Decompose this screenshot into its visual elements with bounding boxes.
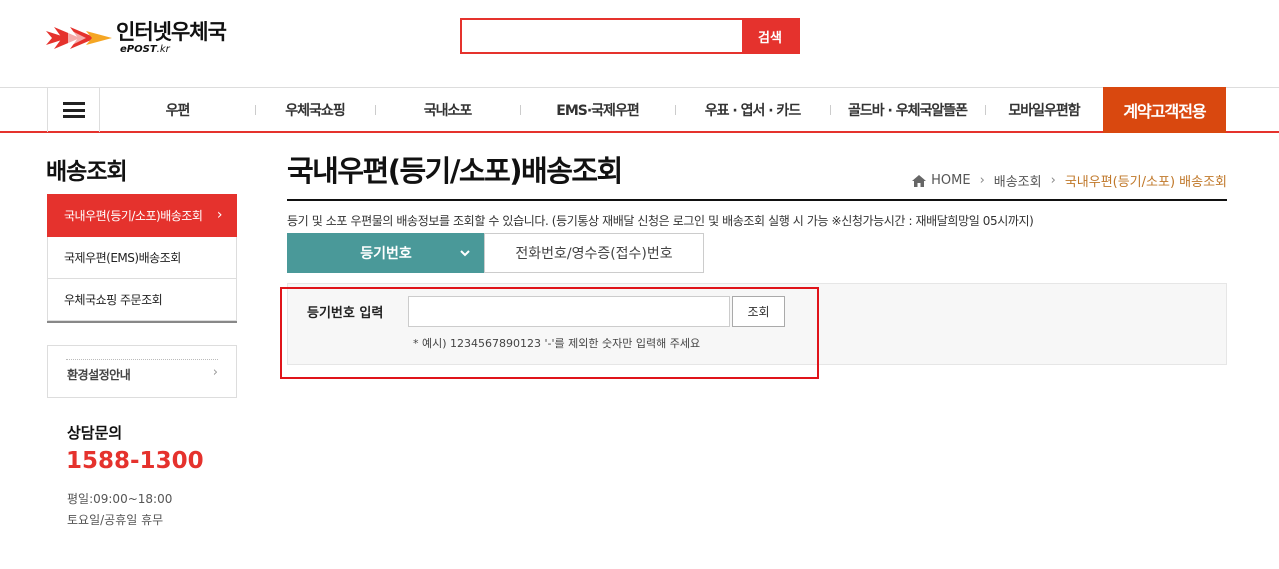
tracking-number-label: 등기번호 입력 — [307, 306, 384, 321]
contract-customer-button[interactable]: 계약고객전용 — [1103, 87, 1226, 133]
tab-label: 등기번호 — [360, 246, 412, 262]
home-icon — [912, 174, 927, 187]
breadcrumb-current: 국내우편(등기/소포) 배송조회 — [1064, 175, 1227, 190]
tracking-number-input[interactable] — [408, 296, 730, 327]
sidebar-item-domestic-tracking[interactable]: 국내우편(등기/소포)배송조회 › — [47, 194, 237, 237]
epost-logo[interactable]: 인터넷우체국 ePOST.kr — [46, 18, 236, 58]
search-button[interactable]: 검색 — [742, 20, 798, 52]
global-nav: 우편 우체국쇼핑 국내소포 EMS·국제우편 우표 · 엽서 · 카드 골드바 … — [0, 87, 1279, 133]
contact-hours-weekday: 평일:09:00~18:00 — [67, 492, 173, 506]
gnb-item-mobile-mailbox[interactable]: 모바일우편함 — [985, 88, 1103, 132]
sidebar-item-ems-tracking[interactable]: 국제우편(EMS)배송조회 — [47, 237, 237, 279]
logo-subtitle: ePOST.kr — [120, 44, 170, 55]
page-title: 국내우편(등기/소포)배송조회 — [287, 154, 623, 188]
contact-phone: 1588-1300 — [66, 448, 204, 474]
chevron-down-icon — [459, 243, 471, 266]
sidebar-item-label: 국내우편(등기/소포)배송조회 — [64, 208, 203, 223]
breadcrumb: HOME › 배송조회 › 국내우편(등기/소포) 배송조회 — [912, 171, 1227, 190]
sidebar-item-label: 우체국쇼핑 주문조회 — [64, 293, 163, 307]
page-description: 등기 및 소포 우편물의 배송정보를 조회할 수 있습니다. (등기통상 재배달… — [287, 214, 1034, 228]
gnb-item-goldbar[interactable]: 골드바 · 우체국알뜰폰 — [830, 88, 985, 132]
hamburger-icon — [62, 102, 85, 118]
contact-hours-weekend: 토요일/공휴일 휴무 — [67, 513, 164, 527]
title-divider — [287, 199, 1227, 201]
breadcrumb-home[interactable]: HOME — [931, 173, 970, 188]
contact-title: 상담문의 — [67, 424, 123, 442]
chevron-right-icon: › — [979, 173, 985, 188]
chevron-right-icon: › — [212, 365, 218, 380]
sidebar-item-label: 국제우편(EMS)배송조회 — [64, 251, 181, 265]
tracking-search-button[interactable]: 조회 — [732, 296, 785, 327]
gnb-item-shopping[interactable]: 우체국쇼핑 — [255, 88, 375, 132]
tab-phone-receipt-number[interactable]: 전화번호/영수증(접수)번호 — [484, 233, 704, 273]
sidebar-title: 배송조회 — [46, 159, 128, 185]
epost-logo-icon — [46, 21, 112, 55]
environment-settings-label: 환경설정안내 — [67, 368, 131, 382]
logo-title: 인터넷우체국 — [116, 20, 227, 44]
gnb-item-parcel[interactable]: 국내소포 — [375, 88, 520, 132]
sidebar-nav: 국내우편(등기/소포)배송조회 › 국제우편(EMS)배송조회 우체국쇼핑 주문… — [47, 194, 237, 323]
chevron-right-icon: › — [1050, 173, 1056, 188]
tracking-number-hint: * 예시) 1234567890123 '-'를 제외한 숫자만 입력해 주세요 — [413, 337, 701, 350]
tab-registered-number[interactable]: 등기번호 — [287, 233, 485, 273]
menu-button[interactable] — [47, 88, 100, 132]
search-box: 검색 — [460, 18, 800, 54]
search-input[interactable] — [462, 20, 742, 52]
gnb-item-ems[interactable]: EMS·국제우편 — [520, 88, 675, 132]
chevron-right-icon: › — [216, 207, 223, 223]
sidebar-item-shopping-order[interactable]: 우체국쇼핑 주문조회 — [47, 279, 237, 321]
environment-settings-link[interactable]: 환경설정안내 › — [47, 345, 237, 398]
breadcrumb-tracking[interactable]: 배송조회 — [994, 171, 1042, 190]
gnb-item-stamps[interactable]: 우표 · 엽서 · 카드 — [675, 88, 830, 132]
gnb-item-mail[interactable]: 우편 — [100, 88, 255, 132]
